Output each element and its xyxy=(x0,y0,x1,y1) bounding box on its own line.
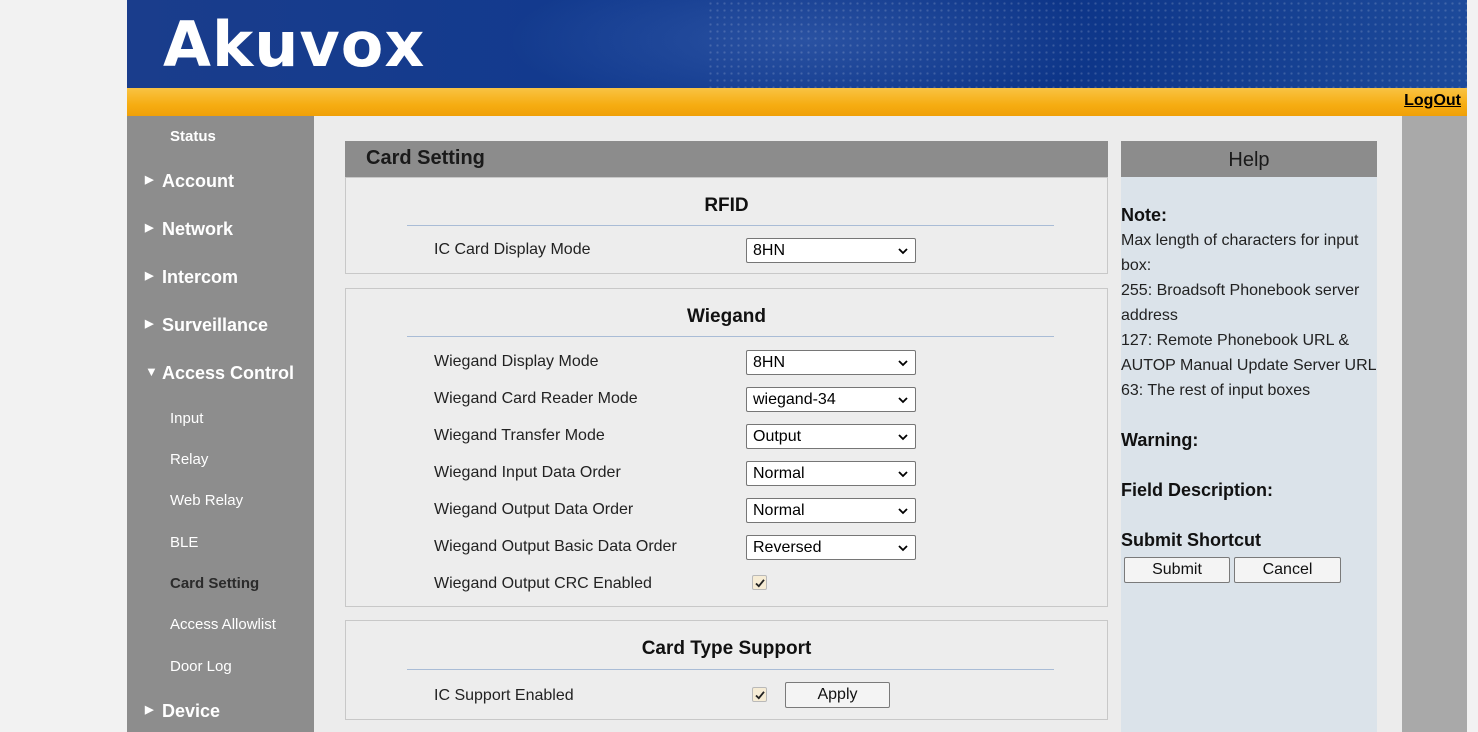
sidebar-item-card-setting[interactable]: Card Setting xyxy=(127,575,314,592)
warning-heading: Warning: xyxy=(1121,430,1199,450)
note-line: box: xyxy=(1121,257,1152,274)
rfid-section: RFID IC Card Display Mode 8HN xyxy=(345,177,1108,274)
wiegand-display-mode-label: Wiegand Display Mode xyxy=(434,353,599,370)
wiegand-output-basic-data-order-select[interactable]: Reversed xyxy=(746,535,916,560)
checkmark-icon xyxy=(755,579,765,588)
field-description-heading: Field Description: xyxy=(1121,480,1274,500)
wiegand-output-basic-data-order-label: Wiegand Output Basic Data Order xyxy=(434,538,677,555)
sidebar-item-account[interactable]: ▶ Account xyxy=(127,171,314,192)
wiegand-input-data-order-select[interactable]: Normal xyxy=(746,461,916,486)
note-line: 255: Broadsoft Phonebook server xyxy=(1121,282,1360,299)
select-value: wiegand-34 xyxy=(753,391,836,408)
sidebar-item-web-relay[interactable]: Web Relay xyxy=(127,492,314,509)
sidebar-item-status[interactable]: Status xyxy=(127,128,314,145)
caret-down-icon: ▼ xyxy=(145,364,158,379)
checkmark-icon xyxy=(755,691,765,700)
apply-button[interactable]: Apply xyxy=(785,682,890,708)
wiegand-input-data-order-label: Wiegand Input Data Order xyxy=(434,464,621,481)
submit-button[interactable]: Submit xyxy=(1124,557,1230,583)
card-type-support-section: Card Type Support IC Support Enabled App… xyxy=(345,620,1108,720)
wiegand-output-crc-checkbox[interactable] xyxy=(752,575,767,590)
chevron-down-icon xyxy=(898,248,908,255)
section-divider xyxy=(407,669,1054,670)
wiegand-section: Wiegand Wiegand Display Mode 8HN Wiegand… xyxy=(345,288,1108,607)
wiegand-card-reader-mode-select[interactable]: wiegand-34 xyxy=(746,387,916,412)
chevron-down-icon xyxy=(898,360,908,367)
sidebar-item-access-allowlist[interactable]: Access Allowlist xyxy=(127,616,314,633)
chevron-down-icon xyxy=(898,471,908,478)
note-line: Max length of characters for input xyxy=(1121,232,1359,249)
top-bar: LogOut xyxy=(127,88,1467,116)
wiegand-card-reader-mode-label: Wiegand Card Reader Mode xyxy=(434,390,638,407)
chevron-down-icon xyxy=(898,545,908,552)
akuvox-logo: Akuvox xyxy=(163,8,426,81)
chevron-down-icon xyxy=(898,508,908,515)
sidebar-item-device[interactable]: ▶ Device xyxy=(127,701,314,722)
caret-right-icon: ▶ xyxy=(145,704,154,716)
right-margin xyxy=(1402,116,1467,732)
sidebar-item-intercom[interactable]: ▶ Intercom xyxy=(127,267,314,288)
cancel-button[interactable]: Cancel xyxy=(1234,557,1341,583)
select-value: Reversed xyxy=(753,539,822,556)
sidebar-item-surveillance[interactable]: ▶ Surveillance xyxy=(127,315,314,336)
sidebar: Status ▶ Account ▶ Network ▶ Intercom ▶ … xyxy=(127,116,314,732)
ic-support-enabled-label: IC Support Enabled xyxy=(434,687,574,704)
note-line: AUTOP Manual Update Server URL xyxy=(1121,357,1377,374)
ic-card-display-mode-label: IC Card Display Mode xyxy=(434,241,591,258)
chevron-down-icon xyxy=(898,434,908,441)
header-banner: Akuvox xyxy=(127,0,1467,88)
wiegand-transfer-mode-label: Wiegand Transfer Mode xyxy=(434,427,605,444)
select-value: 8HN xyxy=(753,354,786,371)
select-value: Normal xyxy=(753,502,805,519)
sidebar-item-label: Intercom xyxy=(162,267,239,287)
caret-right-icon: ▶ xyxy=(145,318,154,330)
wiegand-output-data-order-select[interactable]: Normal xyxy=(746,498,916,523)
section-divider xyxy=(407,336,1054,337)
caret-right-icon: ▶ xyxy=(145,270,154,282)
sidebar-item-label: Network xyxy=(162,219,234,239)
section-title: Wiegand xyxy=(687,306,766,327)
sidebar-item-relay[interactable]: Relay xyxy=(127,451,314,468)
section-title: RFID xyxy=(704,195,749,216)
note-line: 127: Remote Phonebook URL & xyxy=(1121,332,1349,349)
caret-right-icon: ▶ xyxy=(145,222,154,234)
section-divider xyxy=(407,225,1054,226)
wiegand-output-data-order-label: Wiegand Output Data Order xyxy=(434,501,634,518)
section-title: Card Type Support xyxy=(641,638,812,659)
select-value: 8HN xyxy=(753,242,786,259)
sidebar-item-label: Surveillance xyxy=(162,315,269,335)
sidebar-item-door-log[interactable]: Door Log xyxy=(127,658,314,675)
select-value: Output xyxy=(753,428,802,445)
wiegand-output-crc-enabled-label: Wiegand Output CRC Enabled xyxy=(434,575,652,592)
header-pattern xyxy=(707,0,1467,88)
chevron-down-icon xyxy=(898,397,908,404)
page-title: Card Setting xyxy=(345,141,1108,177)
help-panel: Note: Max length of characters for input… xyxy=(1121,177,1377,732)
sidebar-item-access-control[interactable]: ▼ Access Control xyxy=(127,363,314,384)
help-title: Help xyxy=(1121,141,1377,177)
sidebar-item-label: Account xyxy=(162,171,234,191)
wiegand-display-mode-select[interactable]: 8HN xyxy=(746,350,916,375)
wiegand-transfer-mode-select[interactable]: Output xyxy=(746,424,916,449)
sidebar-item-network[interactable]: ▶ Network xyxy=(127,219,314,240)
ic-card-display-mode-select[interactable]: 8HN xyxy=(746,238,916,263)
sidebar-item-input[interactable]: Input xyxy=(127,410,314,427)
sidebar-item-ble[interactable]: BLE xyxy=(127,534,314,551)
select-value: Normal xyxy=(753,465,805,482)
ic-support-enabled-checkbox[interactable] xyxy=(752,687,767,702)
sidebar-item-label: Device xyxy=(162,701,221,721)
submit-shortcut-heading: Submit Shortcut xyxy=(1121,530,1261,550)
note-line: address xyxy=(1121,307,1178,324)
logout-link[interactable]: LogOut xyxy=(1404,92,1461,110)
sidebar-item-label: Access Control xyxy=(162,363,295,383)
caret-right-icon: ▶ xyxy=(145,174,154,186)
note-line: 63: The rest of input boxes xyxy=(1121,382,1311,399)
note-heading: Note: xyxy=(1121,205,1167,225)
